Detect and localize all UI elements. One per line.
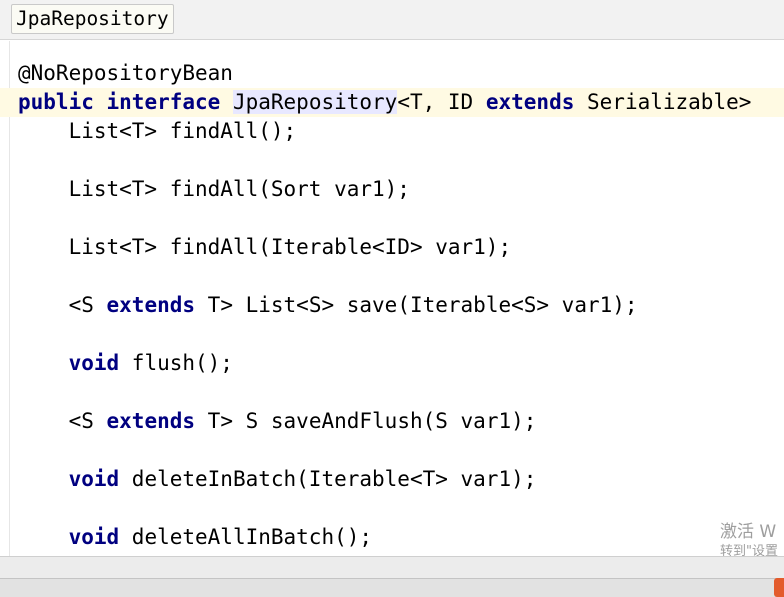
keyword-extends: extends bbox=[106, 409, 196, 433]
method-findall-iterable: List<T> findAll(Iterable<ID> var1); bbox=[68, 235, 512, 259]
code-area[interactable]: @NoRepositoryBean public interface JpaRe… bbox=[0, 59, 784, 552]
keyword-public: public bbox=[18, 90, 94, 114]
keyword-void: void bbox=[68, 351, 120, 375]
code-line: void deleteAllInBatch(); bbox=[18, 523, 784, 552]
code-line-annotation: @NoRepositoryBean bbox=[18, 59, 784, 88]
generic-params-start: <T, ID bbox=[397, 90, 486, 114]
method-findall: List<T> findAll(); bbox=[68, 119, 297, 143]
code-line: <S extends T> S saveAndFlush(S var1); bbox=[18, 407, 784, 436]
method-deleteallinbatch: deleteAllInBatch(); bbox=[119, 525, 373, 549]
breadcrumb-item-jparepository[interactable]: JpaRepository bbox=[11, 4, 174, 34]
code-line: void flush(); bbox=[18, 349, 784, 378]
editor-status-strip bbox=[0, 556, 784, 578]
keyword-interface: interface bbox=[106, 90, 221, 114]
method-deleteinbatch: deleteInBatch(Iterable<T> var1); bbox=[119, 467, 537, 491]
keyword-void: void bbox=[68, 467, 120, 491]
keyword-extends: extends bbox=[106, 293, 196, 317]
breadcrumb-bar: JpaRepository bbox=[0, 0, 784, 40]
tray-app-icon[interactable] bbox=[774, 578, 784, 597]
generic-params-end: Serializable> bbox=[574, 90, 752, 114]
code-line: List<T> findAll(Sort var1); bbox=[18, 175, 784, 204]
method-flush: flush(); bbox=[119, 351, 233, 375]
type-param: <S bbox=[68, 293, 107, 317]
keyword-extends: extends bbox=[485, 90, 575, 114]
code-line: <S extends T> List<S> save(Iterable<S> v… bbox=[18, 291, 784, 320]
method-saveandflush: T> S saveAndFlush(S var1); bbox=[195, 409, 537, 433]
interface-name[interactable]: JpaRepository bbox=[232, 90, 398, 114]
type-param: <S bbox=[68, 409, 107, 433]
method-findall-sort: List<T> findAll(Sort var1); bbox=[68, 177, 410, 201]
code-line: void deleteInBatch(Iterable<T> var1); bbox=[18, 465, 784, 494]
annotation: @NoRepositoryBean bbox=[18, 61, 233, 85]
watermark-line1: 激活 W bbox=[720, 522, 777, 542]
method-save: T> List<S> save(Iterable<S> var1); bbox=[195, 293, 638, 317]
code-line-declaration: public interface JpaRepository<T, ID ext… bbox=[0, 88, 784, 117]
code-line: List<T> findAll(Iterable<ID> var1); bbox=[18, 233, 784, 262]
keyword-void: void bbox=[68, 525, 120, 549]
code-line: List<T> findAll(); bbox=[18, 117, 784, 146]
gutter-divider bbox=[9, 41, 10, 556]
taskbar-strip bbox=[0, 578, 784, 597]
code-editor[interactable]: @NoRepositoryBean public interface JpaRe… bbox=[0, 41, 784, 556]
